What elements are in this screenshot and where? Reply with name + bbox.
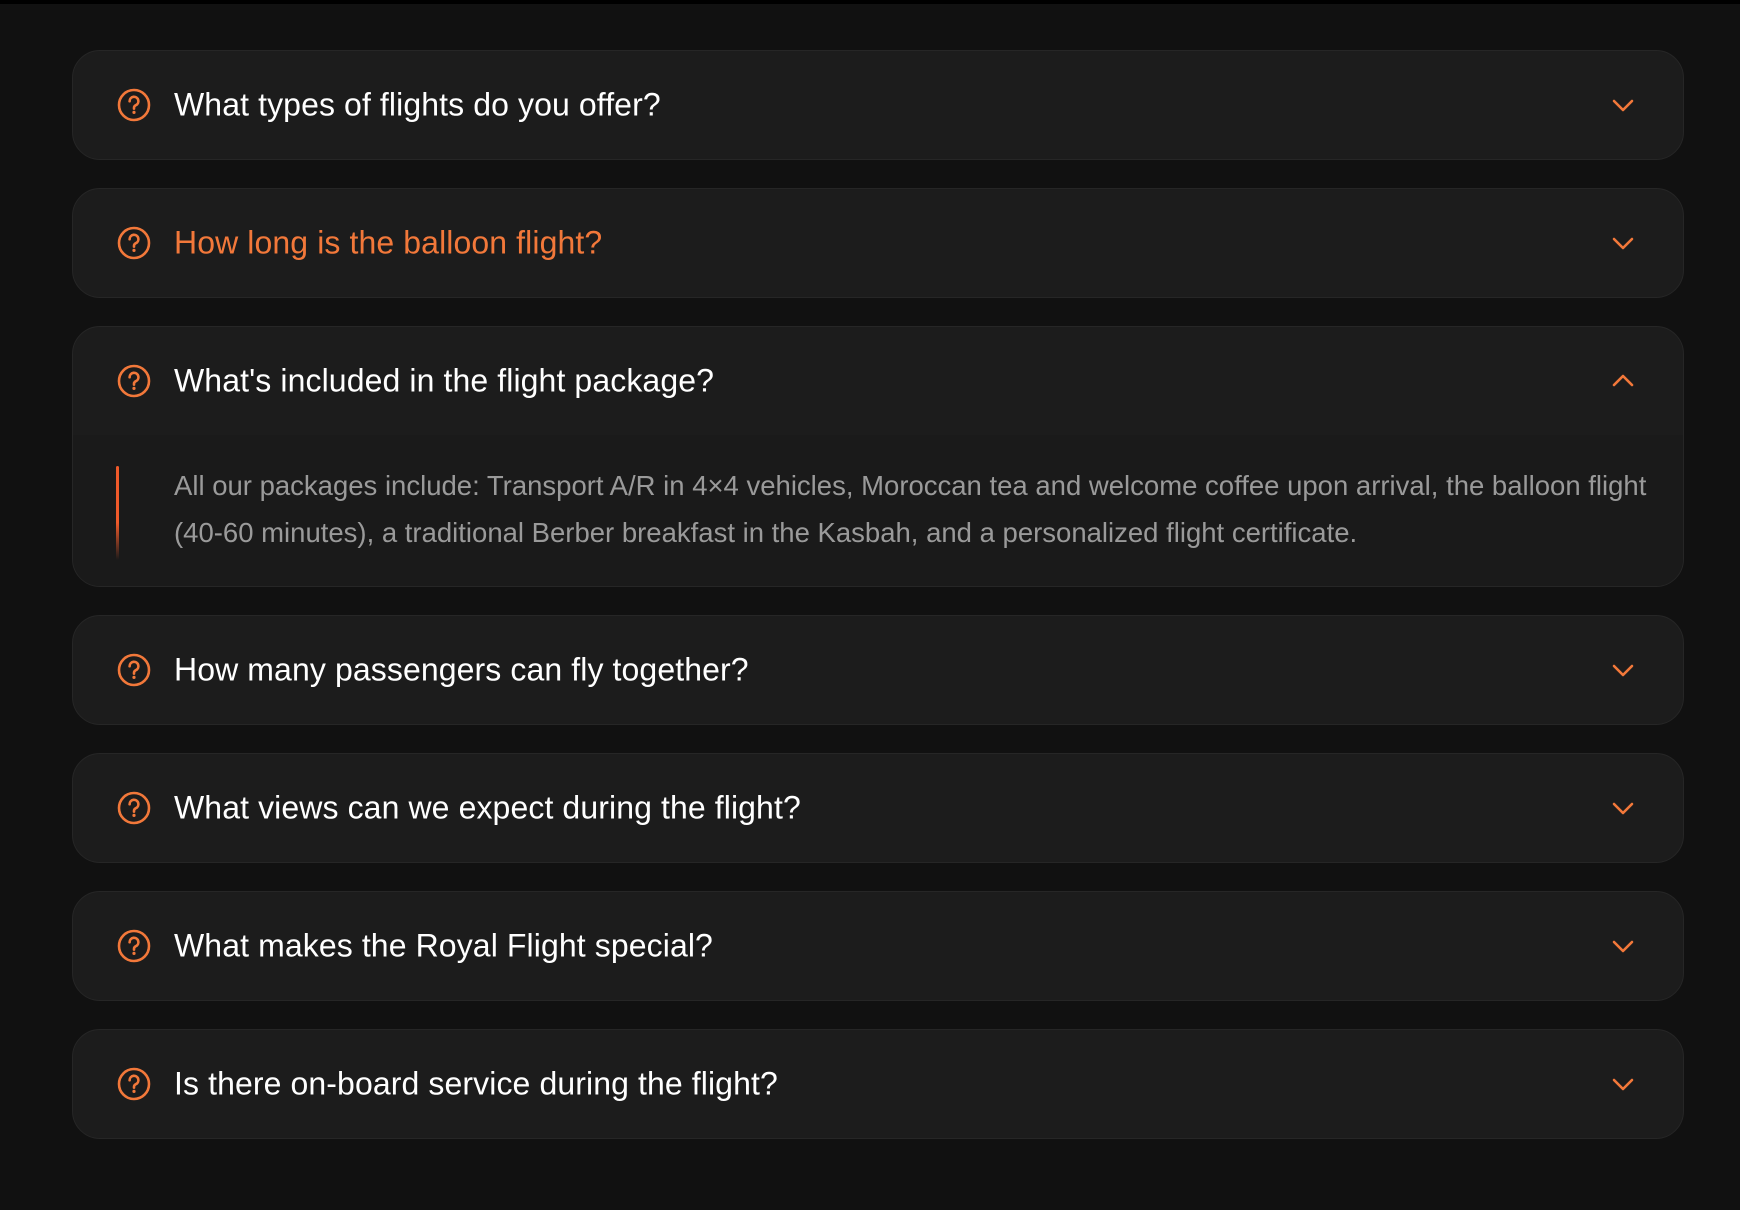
chevron-down-icon[interactable] [1611, 231, 1635, 255]
question-circle-icon [117, 88, 151, 122]
faq-item-header[interactable]: What views can we expect during the flig… [73, 754, 1683, 862]
faq-item-header[interactable]: How many passengers can fly together? [73, 616, 1683, 724]
faq-item-expanded: What's included in the flight package? A… [72, 326, 1684, 587]
question-circle-icon [117, 929, 151, 963]
faq-answer-panel: All our packages include: Transport A/R … [73, 436, 1683, 586]
question-circle-icon [117, 364, 151, 398]
question-circle-icon [117, 226, 151, 260]
question-circle-icon [117, 1067, 151, 1101]
faq-question: What views can we expect during the flig… [174, 789, 801, 826]
question-circle-icon [117, 653, 151, 687]
faq-item-header[interactable]: Is there on-board service during the fli… [73, 1030, 1683, 1138]
chevron-down-icon[interactable] [1611, 1072, 1635, 1096]
answer-accent-bar [116, 466, 119, 560]
faq-item: What views can we expect during the flig… [72, 753, 1684, 863]
faq-item: How long is the balloon flight? [72, 188, 1684, 298]
faq-question: What makes the Royal Flight special? [174, 927, 713, 964]
faq-question: How long is the balloon flight? [174, 224, 603, 261]
faq-accordion: What types of flights do you offer? How … [72, 50, 1684, 1167]
faq-item: How many passengers can fly together? [72, 615, 1684, 725]
faq-item-header[interactable]: What types of flights do you offer? [73, 51, 1683, 159]
faq-question: How many passengers can fly together? [174, 651, 749, 688]
chevron-down-icon[interactable] [1611, 934, 1635, 958]
faq-question: What's included in the flight package? [174, 362, 715, 399]
chevron-down-icon[interactable] [1611, 796, 1635, 820]
faq-item-header[interactable]: What makes the Royal Flight special? [73, 892, 1683, 1000]
question-circle-icon [117, 791, 151, 825]
chevron-down-icon[interactable] [1611, 658, 1635, 682]
chevron-down-icon[interactable] [1611, 93, 1635, 117]
faq-item-header[interactable]: How long is the balloon flight? [73, 189, 1683, 297]
chevron-up-icon[interactable] [1611, 369, 1635, 393]
faq-question: What types of flights do you offer? [174, 86, 661, 123]
faq-item-header[interactable]: What's included in the flight package? [73, 327, 1683, 436]
top-edge-strip [0, 0, 1740, 4]
faq-item: What types of flights do you offer? [72, 50, 1684, 160]
faq-item: Is there on-board service during the fli… [72, 1029, 1684, 1139]
faq-question: Is there on-board service during the fli… [174, 1065, 778, 1102]
faq-answer: All our packages include: Transport A/R … [174, 470, 1647, 548]
faq-item: What makes the Royal Flight special? [72, 891, 1684, 1001]
